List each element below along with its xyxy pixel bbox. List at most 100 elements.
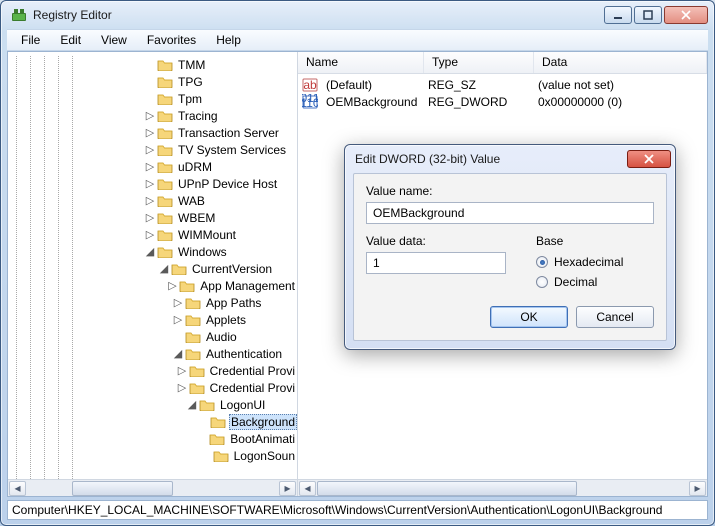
folder-icon	[157, 92, 173, 105]
tree-node[interactable]: ▷WAB	[8, 192, 297, 209]
expand-right-icon[interactable]: ▷	[144, 126, 156, 139]
folder-icon	[189, 364, 205, 377]
expand-down-icon[interactable]: ◢	[158, 262, 170, 275]
folder-icon	[157, 58, 173, 71]
window-controls	[604, 6, 708, 24]
radio-hexadecimal[interactable]: Hexadecimal	[536, 255, 623, 269]
menu-view[interactable]: View	[91, 30, 137, 50]
minimize-button[interactable]	[604, 6, 632, 24]
titlebar[interactable]: Registry Editor	[1, 1, 714, 29]
dialog-title: Edit DWORD (32-bit) Value	[355, 152, 627, 166]
expand-down-icon[interactable]: ◢	[144, 245, 156, 258]
menu-favorites[interactable]: Favorites	[137, 30, 206, 50]
tree-node[interactable]: Background	[8, 413, 297, 430]
scroll-track[interactable]	[317, 481, 688, 496]
expand-right-icon[interactable]: ▷	[144, 143, 156, 156]
tree-node[interactable]: ▷Tracing	[8, 107, 297, 124]
scroll-left-arrow-icon[interactable]: ◂	[9, 481, 26, 496]
tree-node[interactable]: ▷UPnP Device Host	[8, 175, 297, 192]
expand-down-icon[interactable]: ◢	[186, 398, 198, 411]
folder-icon	[185, 296, 201, 309]
tree-node-label: Background	[229, 414, 297, 430]
dialog-close-button[interactable]	[627, 150, 671, 168]
tree-node[interactable]: Tpm	[8, 90, 297, 107]
expand-right-icon[interactable]: ▷	[144, 160, 156, 173]
cancel-button[interactable]: Cancel	[576, 306, 654, 328]
scroll-right-arrow-icon[interactable]: ▸	[689, 481, 706, 496]
tree-node[interactable]: ▷Credential Provi	[8, 379, 297, 396]
value-row[interactable]: ab(Default)REG_SZ(value not set)	[298, 76, 707, 93]
values-list[interactable]: ab(Default)REG_SZ(value not set)011110OE…	[298, 74, 707, 110]
tree-node[interactable]: ◢Windows	[8, 243, 297, 260]
value-data-field[interactable]	[366, 252, 506, 274]
tree-node[interactable]: Audio	[8, 328, 297, 345]
expand-right-icon[interactable]: ▷	[167, 279, 179, 292]
tree-node[interactable]: ◢Authentication	[8, 345, 297, 362]
tree-node[interactable]: ◢ LogonUI	[8, 396, 297, 413]
radio-decimal[interactable]: Decimal	[536, 275, 623, 289]
radio-icon[interactable]	[536, 276, 548, 288]
tree-node[interactable]: ▷Credential Provi	[8, 362, 297, 379]
tree-node[interactable]: ▷Transaction Server	[8, 124, 297, 141]
tree-node[interactable]: ▷WIMMount	[8, 226, 297, 243]
tree-node-label: LogonSoun	[232, 449, 297, 463]
expand-right-icon[interactable]: ▷	[144, 194, 156, 207]
tree-node[interactable]: LogonSoun	[8, 447, 297, 464]
ok-button[interactable]: OK	[490, 306, 568, 328]
values-header[interactable]: Name Type Data	[298, 52, 707, 74]
edit-dword-dialog[interactable]: Edit DWORD (32-bit) Value Value name: Va…	[344, 144, 676, 350]
value-row[interactable]: 011110OEMBackgroundREG_DWORD0x00000000 (…	[298, 93, 707, 110]
tree-node-label: Audio	[204, 330, 239, 344]
registry-tree[interactable]: TMMTPGTpm▷Tracing▷Transaction Server▷TV …	[8, 52, 297, 479]
folder-icon	[157, 126, 173, 139]
scroll-right-arrow-icon[interactable]: ▸	[279, 481, 296, 496]
values-horizontal-scrollbar[interactable]: ◂ ▸	[298, 479, 707, 496]
expand-right-icon[interactable]: ▷	[172, 296, 184, 309]
radio-icon[interactable]	[536, 256, 548, 268]
scroll-thumb[interactable]	[72, 481, 172, 496]
folder-icon	[157, 160, 173, 173]
tree-horizontal-scrollbar[interactable]: ◂ ▸	[8, 479, 297, 496]
expand-right-icon[interactable]: ▷	[144, 109, 156, 122]
menu-help[interactable]: Help	[206, 30, 251, 50]
tree-node[interactable]: ▷uDRM	[8, 158, 297, 175]
expand-right-icon[interactable]: ▷	[144, 177, 156, 190]
expand-right-icon[interactable]: ▷	[172, 313, 184, 326]
tree-pane[interactable]: TMMTPGTpm▷Tracing▷Transaction Server▷TV …	[8, 52, 298, 496]
tree-node[interactable]: ◢CurrentVersion	[8, 260, 297, 277]
column-name[interactable]: Name	[298, 52, 424, 73]
menu-file[interactable]: File	[11, 30, 50, 50]
value-name: (Default)	[322, 78, 424, 92]
tree-node[interactable]: ▷ Applets	[8, 311, 297, 328]
folder-icon	[157, 143, 173, 156]
tree-node[interactable]: BootAnimati	[8, 430, 297, 447]
tree-node[interactable]: ▷TV System Services	[8, 141, 297, 158]
tree-node[interactable]: ▷ WBEM	[8, 209, 297, 226]
expand-down-icon[interactable]: ◢	[172, 347, 184, 360]
tree-node[interactable]: TMM	[8, 56, 297, 73]
scroll-thumb[interactable]	[317, 481, 577, 496]
tree-node-label: WBEM	[176, 211, 217, 225]
column-data[interactable]: Data	[534, 52, 707, 73]
expand-right-icon[interactable]: ▷	[176, 381, 187, 394]
value-type: REG_SZ	[424, 78, 534, 92]
dialog-titlebar[interactable]: Edit DWORD (32-bit) Value	[345, 145, 675, 173]
menubar: FileEditViewFavoritesHelp	[7, 29, 708, 51]
expand-right-icon[interactable]: ▷	[144, 211, 156, 224]
expand-right-icon[interactable]: ▷	[144, 228, 156, 241]
maximize-button[interactable]	[634, 6, 662, 24]
tree-node[interactable]: TPG	[8, 73, 297, 90]
scroll-left-arrow-icon[interactable]: ◂	[299, 481, 316, 496]
tree-node-label: LogonUI	[218, 398, 267, 412]
column-type[interactable]: Type	[424, 52, 534, 73]
expand-right-icon[interactable]: ▷	[176, 364, 187, 377]
folder-icon	[157, 109, 173, 122]
tree-node-label: BootAnimati	[228, 432, 297, 446]
menu-edit[interactable]: Edit	[50, 30, 91, 50]
dialog-body: Value name: Value data: Base Hexadecimal…	[353, 173, 667, 341]
close-button[interactable]	[664, 6, 708, 24]
tree-node[interactable]: ▷App Management	[8, 277, 297, 294]
scroll-track[interactable]	[27, 481, 278, 496]
tree-node[interactable]: ▷App Paths	[8, 294, 297, 311]
tree-node-label: Applets	[204, 313, 248, 327]
